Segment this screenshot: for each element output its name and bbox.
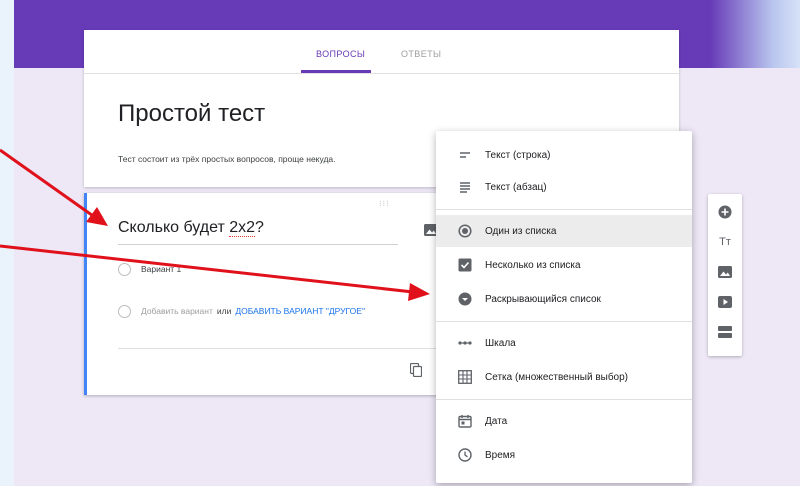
calendar-icon [458,414,472,428]
form-description[interactable]: Тест состоит из трёх простых вопросов, п… [118,154,336,164]
menu-item-label: Один из списка [485,225,557,237]
add-option-row: Добавить вариант или ДОБАВИТЬ ВАРИАНТ "Д… [118,303,365,319]
menu-item-label: Раскрывающийся список [485,293,601,305]
tabs-divider [84,73,679,74]
grid-icon [458,370,472,384]
add-circle-icon [718,205,732,219]
add-other-option-link[interactable]: ДОБАВИТЬ ВАРИАНТ "ДРУГОЕ" [235,306,365,316]
clock-icon [458,448,472,462]
video-icon [718,296,732,308]
radio-icon [118,304,131,318]
menu-item-dropdown[interactable]: Раскрывающийся список [436,283,692,315]
dropdown-icon [458,292,472,306]
checkbox-icon [458,258,472,272]
add-image-button[interactable] [717,264,733,280]
active-card-accent [84,193,87,395]
menu-item-checkboxes[interactable]: Несколько из списка [436,249,692,281]
question-type-menu: Текст (строка) Текст (абзац) Один из спи… [436,131,692,483]
copy-icon[interactable] [409,362,423,378]
menu-item-paragraph[interactable]: Текст (абзац) [436,171,692,203]
menu-item-label: Шкала [485,337,516,349]
or-label: или [216,306,232,316]
add-video-button[interactable] [717,294,733,310]
tab-questions[interactable]: ВОПРОСЫ [316,49,365,59]
add-title-button[interactable]: Тт [717,234,733,250]
radio-icon [118,262,131,276]
add-section-button[interactable] [717,324,733,340]
menu-item-label: Текст (абзац) [485,181,547,193]
option-label[interactable]: Вариант 1 [141,264,181,274]
add-question-button[interactable] [717,204,733,220]
section-icon [718,326,732,338]
paragraph-icon [458,180,472,194]
drag-handle-icon[interactable]: ⁝⁝⁝ [379,199,390,208]
add-option-link[interactable]: Добавить вариант [141,306,213,316]
menu-item-time[interactable]: Время [436,439,692,471]
option-row[interactable]: Вариант 1 [118,261,181,277]
menu-item-date[interactable]: Дата [436,405,692,437]
menu-item-grid[interactable]: Сетка (множественный выбор) [436,361,692,393]
tabs-bar: ВОПРОСЫ ОТВЕТЫ [84,30,679,74]
linear-scale-icon [458,336,472,350]
misspelled-word: 2х2 [229,219,256,237]
menu-divider [436,209,692,210]
radio-button-icon [458,224,472,238]
title-text-icon: Тт [719,236,731,248]
form-title[interactable]: Простой тест [118,100,265,128]
menu-item-linear-scale[interactable]: Шкала [436,327,692,359]
menu-item-label: Дата [485,415,508,427]
side-toolbar: Тт [708,194,742,356]
tab-answers[interactable]: ОТВЕТЫ [401,49,441,59]
short-text-icon [458,148,472,162]
menu-item-label: Несколько из списка [485,259,581,271]
menu-item-label: Время [485,449,516,461]
menu-item-label: Текст (строка) [485,149,551,161]
question-title: Сколько будет 2х2? [118,219,264,237]
menu-item-short-text[interactable]: Текст (строка) [436,139,692,171]
menu-divider [436,321,692,322]
menu-item-multiple-choice[interactable]: Один из списка [436,215,692,247]
menu-item-label: Сетка (множественный выбор) [485,371,629,383]
image-icon [718,266,732,278]
question-title-field[interactable]: Сколько будет 2х2? [118,219,398,245]
menu-divider [436,399,692,400]
forms-editor: ВОПРОСЫ ОТВЕТЫ Простой тест Тест состоит… [14,0,800,486]
